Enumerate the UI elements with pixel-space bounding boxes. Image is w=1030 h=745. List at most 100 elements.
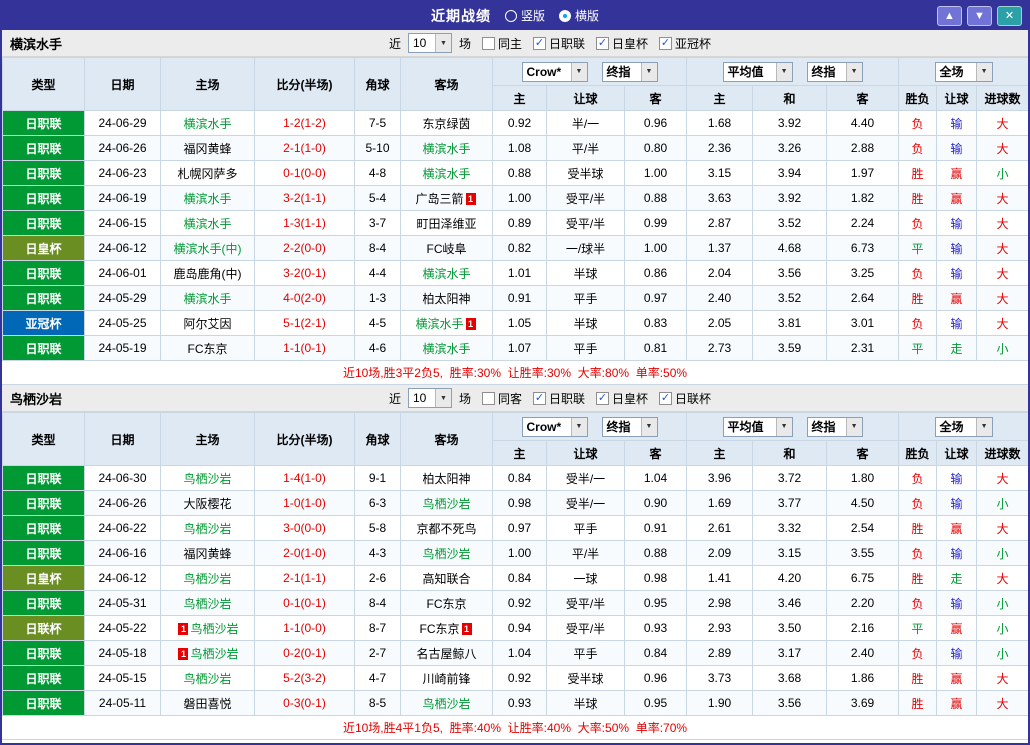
score-cell: 1-1(0-1) [254, 335, 355, 361]
league-filter-group: ✓ 亚冠杯 [659, 35, 711, 52]
asia-away-odds: 0.95 [623, 690, 688, 716]
result-value: 胜 [911, 166, 924, 181]
team-label: FC岐阜 [426, 241, 467, 256]
corners-cell: 6-3 [354, 490, 401, 516]
euro-index-select[interactable]: 终指 ▼ [806, 416, 863, 437]
radio-icon [504, 9, 517, 22]
result-handicap: 输 [936, 465, 978, 491]
date-cell: 24-05-11 [84, 690, 161, 716]
match-period-select[interactable]: 全场 ▼ [934, 61, 993, 82]
match-row: 日皇杯 24-06-12 横滨水手(中) 2-2(0-0) 8-4 FC岐阜 0.82 一/球… [2, 235, 1028, 261]
asia-handicap: 平手 [546, 515, 625, 541]
score-cell: 4-0(2-0) [254, 285, 355, 311]
summary-row: 近10场,胜3平2负5, 胜率:30% 让胜率:30% 大率:80% 单率:50… [2, 361, 1028, 385]
league-filter-checkbox[interactable]: ✓ [596, 36, 610, 50]
header-row-selects: 类型 日期 主场 比分(半场) 角球 客场 Crow* ▼ 终指 ▼ 平均值 ▼ 终指 ▼ 全场 ▼ [2, 412, 1028, 466]
score: 3-2(0-1) [283, 266, 326, 280]
team-label: 鸟栖沙岩 [183, 521, 232, 536]
result-goals: 大 [976, 185, 1028, 211]
team-label: 鸟栖沙岩 [183, 471, 232, 486]
league-cell: 日联杯 [2, 615, 85, 641]
euro-away-odds: 4.50 [826, 490, 900, 516]
asia-away-odds: 0.83 [623, 310, 688, 336]
team-section: 横滨水手近 10 ▼ 场同主 ✓ 日职联 ✓ 日皇杯 ✓ 亚冠杯 类型 日期 主场 比分(半场) 角球 客场 C… [2, 30, 1028, 385]
corners-cell: 7-5 [354, 110, 401, 136]
team-label: FC东京 [187, 341, 228, 356]
result-outcome: 胜 [898, 160, 938, 186]
euro-average-select[interactable]: 平均值 ▼ [722, 61, 793, 82]
score: 1-0(1-0) [283, 496, 326, 510]
match-period-select[interactable]: 全场 ▼ [934, 416, 993, 437]
result-value: 走 [950, 341, 963, 356]
league-filter-checkbox[interactable]: ✓ [533, 36, 546, 50]
result-goals: 大 [976, 135, 1028, 161]
asia-index-select[interactable]: 终指 ▼ [601, 416, 658, 437]
result-goals: 小 [976, 540, 1028, 566]
asia-home-odds: 0.82 [492, 235, 547, 261]
layout-radio-option[interactable]: 竖版 [504, 7, 545, 24]
match-row: 日皇杯 24-06-12 鸟栖沙岩 2-1(1-1) 2-6 高知联合 0.84 一球 0.98… [2, 565, 1028, 591]
league-cell: 日职联 [2, 285, 85, 311]
bookmaker-select[interactable]: Crow* ▼ [521, 61, 588, 82]
venue-filter-checkbox[interactable] [481, 391, 495, 405]
result-controls: 全场 ▼ [898, 412, 1028, 441]
score: 0-1(0-0) [283, 166, 326, 180]
league-cell: 日职联 [2, 640, 85, 666]
chevron-down-icon: ▼ [845, 417, 862, 436]
result-handicap: 赢 [936, 690, 978, 716]
venue-filter-label: 同客 [497, 391, 522, 406]
league-filter-checkbox[interactable]: ✓ [533, 391, 546, 405]
result-outcome: 负 [898, 210, 938, 236]
result-handicap: 赢 [936, 160, 978, 186]
team-label: 横滨水手 [183, 291, 232, 306]
result-value: 输 [950, 266, 963, 281]
select-value: 终指 [606, 65, 631, 79]
result-outcome: 平 [898, 615, 938, 641]
column-subheader: 和 [752, 85, 828, 111]
away-team-cell: 川崎前锋 [400, 665, 493, 691]
venue-filter-checkbox[interactable] [481, 36, 495, 50]
team-label: 横滨水手 [183, 116, 232, 131]
recent-count-select[interactable]: 10 ▼ [407, 33, 452, 53]
filter-controls: 近 10 ▼ 场同客 ✓ 日职联 ✓ 日皇杯 ✓ 日联杯 [150, 388, 950, 408]
team-label: 鸟栖沙岩 [183, 571, 232, 586]
euro-away-odds: 1.86 [826, 665, 900, 691]
team-label: 京都不死鸟 [416, 521, 477, 536]
select-value: 平均值 [727, 420, 764, 434]
result-handicap: 输 [936, 540, 978, 566]
close-button[interactable]: ✕ [997, 6, 1022, 26]
result-handicap: 赢 [936, 285, 978, 311]
score: 2-0(1-0) [283, 546, 326, 560]
result-value: 大 [996, 291, 1009, 306]
result-outcome: 平 [898, 335, 938, 361]
euro-index-select[interactable]: 终指 ▼ [806, 61, 863, 82]
score: 2-2(0-0) [283, 241, 326, 255]
asia-handicap: 一球 [546, 565, 625, 591]
team-label: 鸟栖沙岩 [422, 696, 471, 711]
euro-average-select[interactable]: 平均值 ▼ [722, 416, 793, 437]
column-subheader: 主 [686, 440, 754, 466]
result-value: 输 [950, 216, 963, 231]
red-card-badge: 1 [465, 317, 476, 330]
select-value: 终指 [606, 420, 631, 434]
team-label: 横滨水手 [422, 166, 471, 181]
bookmaker-select[interactable]: Crow* ▼ [521, 416, 588, 437]
recent-prefix-label: 近 [388, 391, 401, 406]
scroll-up-button[interactable]: ▲ [937, 6, 962, 26]
euro-home-odds: 2.61 [686, 515, 754, 541]
league-filter-checkbox[interactable]: ✓ [659, 36, 673, 50]
asia-index-select[interactable]: 终指 ▼ [601, 61, 658, 82]
league-filter-checkbox[interactable]: ✓ [596, 391, 610, 405]
home-team-cell: 横滨水手 [160, 185, 255, 211]
layout-radio-option[interactable]: 横版 [559, 7, 599, 24]
recent-count-select[interactable]: 10 ▼ [407, 388, 452, 408]
result-goals: 小 [976, 615, 1028, 641]
league-filter-checkbox[interactable]: ✓ [659, 391, 673, 405]
result-value: 胜 [911, 571, 924, 586]
euro-away-odds: 3.25 [826, 260, 900, 286]
result-value: 大 [996, 471, 1009, 486]
league-cell: 日职联 [2, 490, 85, 516]
scroll-down-button[interactable]: ▼ [967, 6, 992, 26]
league-filter-group: ✓ 日职联 [533, 390, 585, 407]
team-name: 鸟栖沙岩 [10, 391, 63, 407]
